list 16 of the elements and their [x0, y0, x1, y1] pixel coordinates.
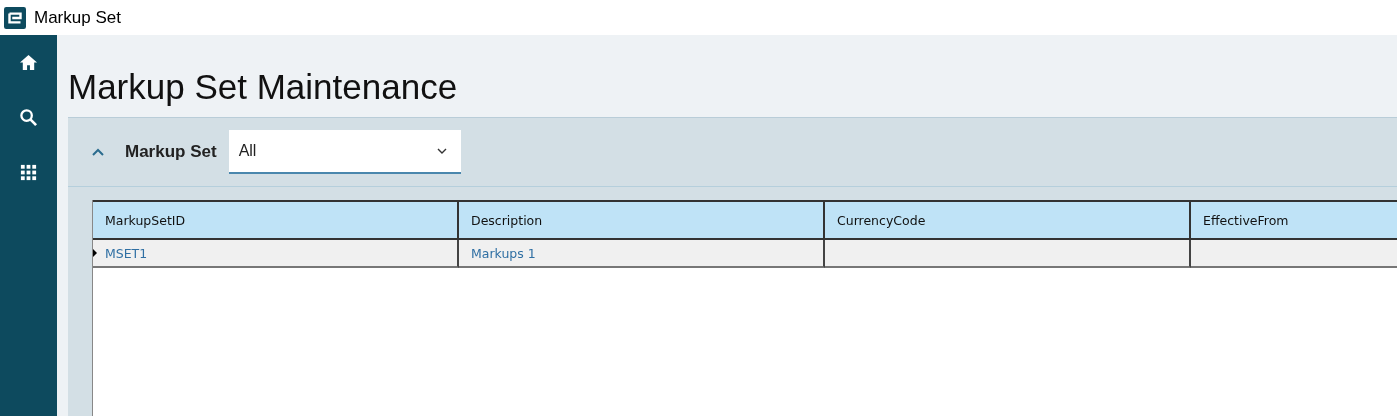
- table-cell[interactable]: Markups 1: [459, 240, 825, 268]
- filter-label: Markup Set: [125, 142, 217, 162]
- column-header[interactable]: MarkupSetID: [93, 200, 459, 240]
- window-title: Markup Set: [34, 7, 121, 28]
- search-icon[interactable]: [19, 108, 38, 127]
- page-title: Markup Set Maintenance: [68, 67, 459, 107]
- chevron-down-icon: [436, 148, 447, 154]
- apps-grid-icon[interactable]: [19, 163, 38, 182]
- column-header[interactable]: Description: [459, 200, 825, 240]
- markup-set-dropdown[interactable]: All: [228, 130, 461, 174]
- home-icon[interactable]: [19, 53, 38, 72]
- column-header[interactable]: CurrencyCode: [825, 200, 1191, 240]
- table-cell[interactable]: MSET1: [93, 240, 459, 268]
- column-header[interactable]: EffectiveFrom: [1191, 200, 1397, 240]
- collapse-caret-icon[interactable]: [92, 148, 104, 156]
- app-logo-icon: [4, 6, 26, 29]
